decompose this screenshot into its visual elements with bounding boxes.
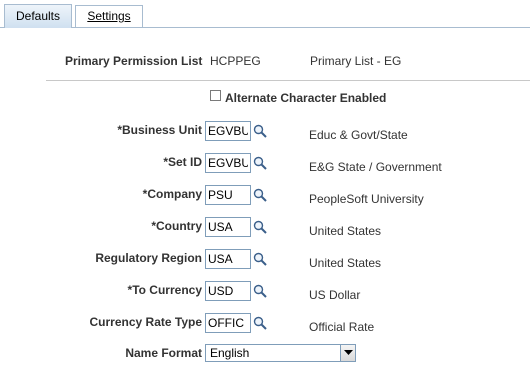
regulatory-region-lookup-icon[interactable] (253, 252, 267, 266)
business-unit-lookup-icon[interactable] (253, 124, 267, 138)
company-lookup-icon[interactable] (253, 188, 267, 202)
tab-settings[interactable]: Settings (75, 5, 143, 27)
tab-bar: Defaults Settings (0, 0, 530, 28)
country-lookup-icon[interactable] (253, 220, 267, 234)
currency-rate-type-lookup-icon[interactable] (253, 316, 267, 330)
country-desc: United States (309, 224, 382, 238)
business-unit-label: *Business Unit (117, 123, 202, 137)
page: Defaults Settings Primary Permission Lis… (0, 0, 530, 372)
name-format-select[interactable]: English (205, 344, 356, 362)
company-input[interactable] (205, 185, 251, 205)
set-id-input[interactable] (205, 153, 251, 173)
regulatory-region-desc: United States (309, 256, 382, 270)
set-id-label: *Set ID (163, 155, 202, 169)
set-id-desc: E&G State / Government (309, 160, 442, 174)
primary-permission-list-desc: Primary List - EG (310, 54, 402, 68)
to-currency-desc: US Dollar (309, 288, 361, 302)
company-desc: PeopleSoft University (309, 192, 424, 206)
primary-permission-list-label: Primary Permission List (65, 54, 203, 68)
name-format-label: Name Format (125, 346, 202, 360)
alternate-character-label: Alternate Character Enabled (225, 91, 387, 105)
alternate-character-checkbox[interactable] (210, 90, 221, 101)
country-label: *Country (151, 219, 202, 233)
to-currency-lookup-icon[interactable] (253, 284, 267, 298)
business-unit-desc: Educ & Govt/State (309, 128, 408, 142)
tab-defaults[interactable]: Defaults (4, 4, 72, 28)
set-id-lookup-icon[interactable] (253, 156, 267, 170)
currency-rate-type-input[interactable] (205, 313, 251, 333)
currency-rate-type-label: Currency Rate Type (89, 315, 202, 329)
to-currency-input[interactable] (205, 281, 251, 301)
country-input[interactable] (205, 217, 251, 237)
company-label: *Company (142, 187, 202, 201)
to-currency-label: *To Currency (127, 283, 202, 297)
chevron-down-icon (344, 350, 353, 355)
header-divider (46, 80, 530, 81)
regulatory-region-label: Regulatory Region (95, 251, 202, 265)
primary-permission-list-value: HCPPEG (210, 54, 261, 68)
name-format-dropdown-button[interactable] (340, 345, 355, 361)
business-unit-input[interactable] (205, 121, 251, 141)
tab-divider (0, 27, 530, 28)
regulatory-region-input[interactable] (205, 249, 251, 269)
currency-rate-type-desc: Official Rate (309, 320, 375, 334)
name-format-value: English (210, 346, 250, 360)
